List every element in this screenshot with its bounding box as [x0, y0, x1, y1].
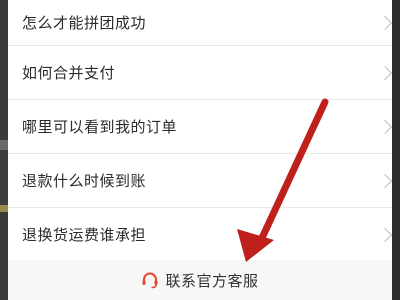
faq-item[interactable]: 退换货运费谁承担: [8, 208, 393, 262]
chevron-right-icon: [377, 173, 393, 188]
headset-icon: [141, 271, 159, 289]
background-edge-right: [392, 0, 400, 300]
contact-support-label: 联系官方客服: [165, 271, 259, 290]
chevron-right-icon: [377, 119, 393, 134]
help-panel: 怎么才能拼团成功 如何合并支付 哪里可以看到我的订单 退款什么时候到账 退换货运…: [8, 0, 393, 300]
faq-item[interactable]: 哪里可以看到我的订单: [8, 100, 393, 154]
background-edge-left: [0, 0, 8, 300]
faq-item-label: 如何合并支付: [22, 64, 116, 82]
faq-item[interactable]: 怎么才能拼团成功: [8, 0, 393, 46]
chevron-right-icon: [377, 227, 393, 242]
contact-support-button[interactable]: 联系官方客服: [8, 260, 392, 300]
faq-item[interactable]: 退款什么时候到账: [8, 154, 393, 208]
faq-item-label: 退换货运费谁承担: [22, 226, 147, 244]
chevron-right-icon: [377, 65, 393, 80]
faq-item-label: 哪里可以看到我的订单: [22, 118, 178, 136]
faq-list: 怎么才能拼团成功 如何合并支付 哪里可以看到我的订单 退款什么时候到账 退换货运…: [8, 0, 393, 262]
faq-item[interactable]: 如何合并支付: [8, 46, 393, 100]
faq-item-label: 怎么才能拼团成功: [22, 14, 147, 32]
faq-item-label: 退款什么时候到账: [22, 172, 147, 190]
chevron-right-icon: [377, 15, 393, 30]
